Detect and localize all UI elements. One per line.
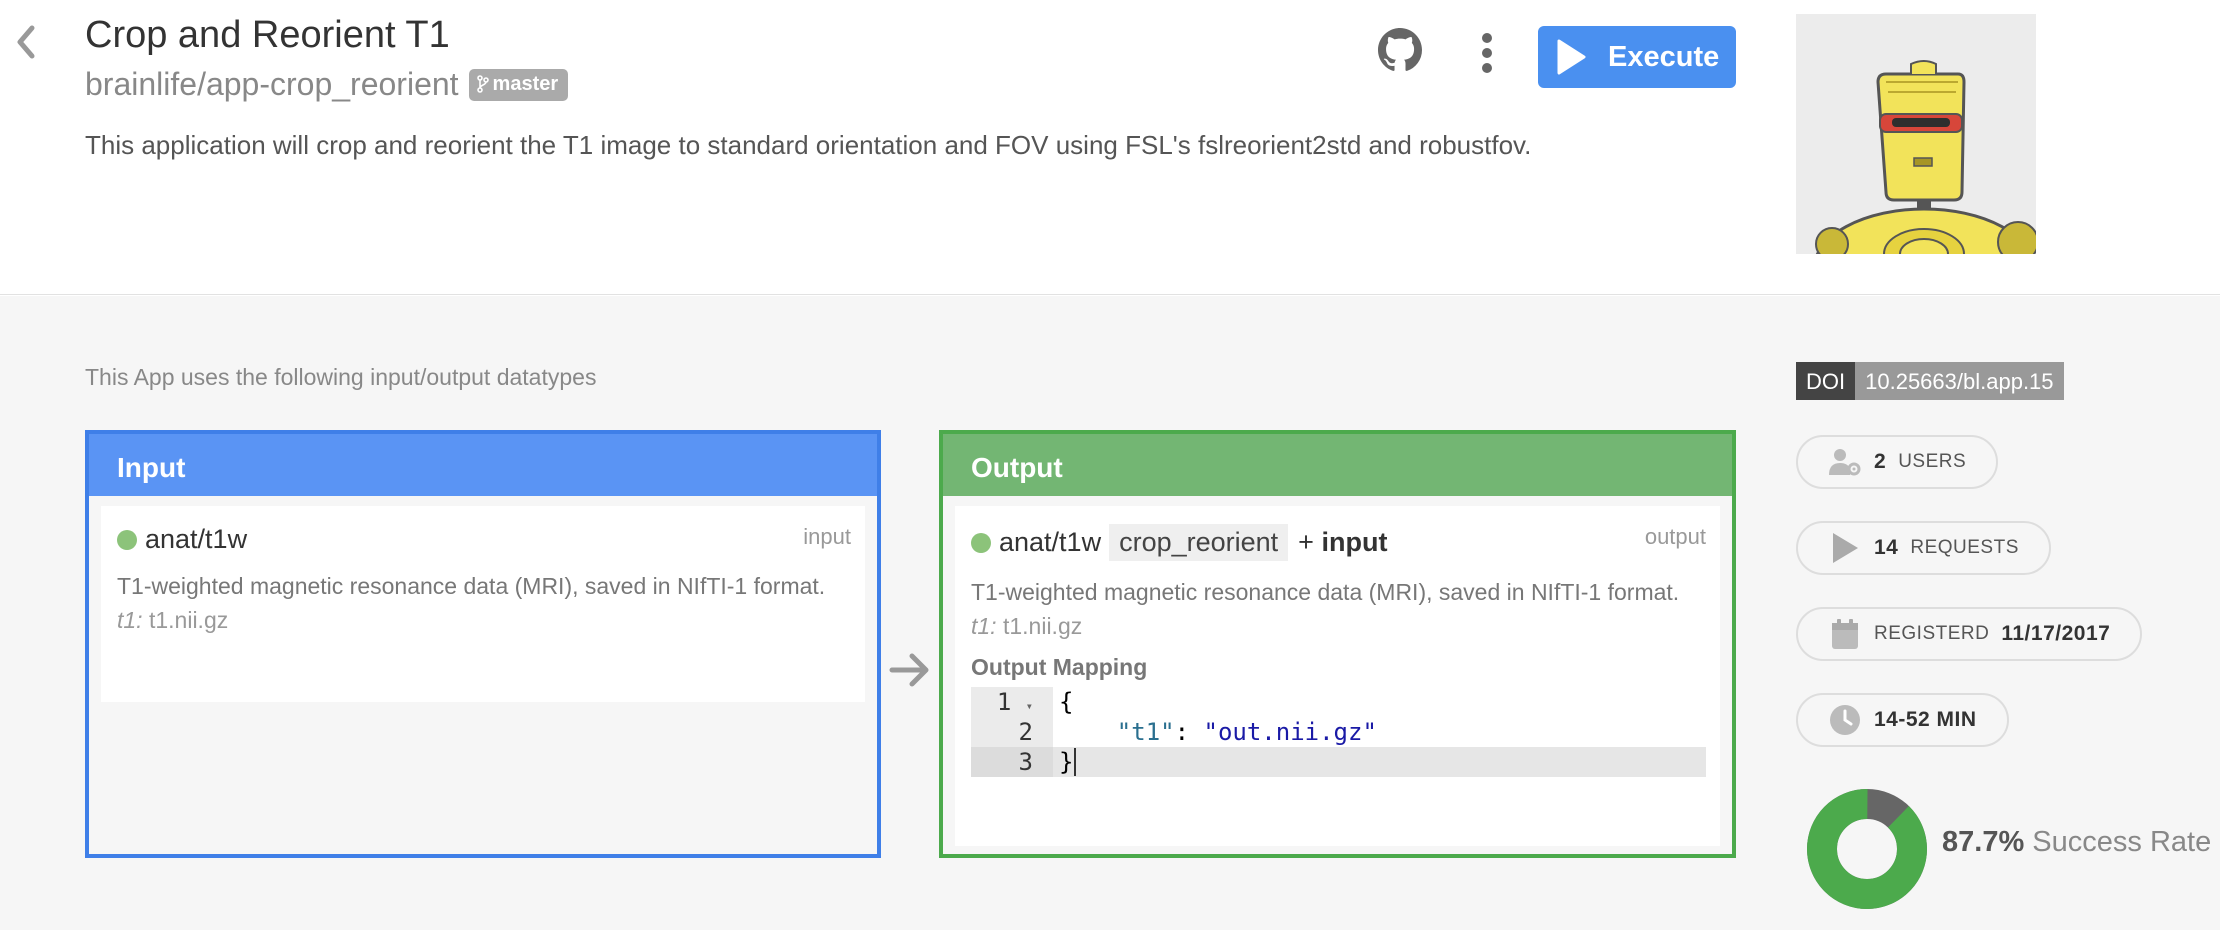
output-mapping-editor[interactable]: 1 ▾ { 2 "t1": "out.nii.gz" 3 } — [971, 687, 1706, 777]
registered-date: 11/17/2017 — [2001, 622, 2111, 645]
output-datatype-description: T1-weighted magnetic resonance data (MRI… — [971, 579, 1680, 605]
github-button[interactable] — [1378, 28, 1422, 72]
requests-stat[interactable]: 14 REQUESTS — [1796, 521, 2051, 575]
code-text: { — [1059, 688, 1074, 716]
output-panel: Output anat/t1w crop_reorient + input ou… — [939, 430, 1736, 858]
execute-label: Execute — [1608, 40, 1720, 73]
output-datatype-tag: crop_reorient — [1109, 524, 1289, 561]
code-line: 1 ▾ { — [971, 687, 1706, 717]
play-icon — [1557, 39, 1586, 75]
input-panel: Input anat/t1w input T1-weighted magneti… — [85, 430, 881, 858]
execute-button[interactable]: Execute — [1538, 26, 1736, 88]
output-file-name: t1.nii.gz — [1002, 613, 1083, 639]
code-line: 3 } — [971, 747, 1706, 777]
line-number: 1 ▾ — [971, 687, 1053, 717]
requests-count: 14 — [1874, 536, 1899, 559]
clock-icon — [1828, 703, 1862, 737]
input-panel-header: Input — [89, 434, 877, 496]
code-text: "t1": "out.nii.gz" — [1116, 718, 1377, 746]
output-role-label: output — [1644, 524, 1706, 549]
output-panel-header: Output — [943, 434, 1732, 496]
line-number: 2 — [971, 717, 1053, 747]
app-detail-body: This App uses the following input/output… — [0, 296, 2220, 930]
output-datatype-card: anat/t1w crop_reorient + input output T1… — [955, 506, 1720, 846]
input-file-name: t1.nii.gz — [148, 607, 229, 633]
play-icon — [1828, 531, 1862, 565]
output-datatype-row: anat/t1w crop_reorient + input — [971, 524, 1704, 561]
more-vertical-icon — [1482, 33, 1492, 73]
branch-name: master — [492, 72, 559, 95]
app-title: Crop and Reorient T1 — [85, 14, 450, 56]
registered-label: REGISTERD — [1874, 623, 1990, 644]
app-avatar — [1796, 14, 2036, 254]
registered-stat: REGISTERD 11/17/2017 — [1796, 607, 2143, 661]
line-number: 3 — [971, 747, 1053, 777]
flow-arrow — [888, 648, 932, 692]
duration-value: 14-52 MIN — [1874, 708, 1977, 731]
status-dot — [117, 529, 137, 550]
repo-line: brainlife/app-crop_reorient master — [85, 66, 569, 103]
branch-badge: master — [468, 68, 569, 101]
code-text: } — [1053, 747, 1706, 777]
calendar-icon — [1828, 617, 1862, 651]
datatypes-intro: This App uses the following input/output… — [85, 364, 597, 390]
code-branch-icon — [476, 75, 489, 93]
input-datatype-description: T1-weighted magnetic resonance data (MRI… — [117, 573, 826, 599]
output-plus-input: + input — [1298, 527, 1388, 557]
input-datatype-name[interactable]: anat/t1w — [145, 524, 247, 555]
input-role-label: input — [803, 524, 851, 549]
doi-value: 10.25663/bl.app.15 — [1855, 362, 2064, 400]
output-mapping-title: Output Mapping — [971, 654, 1148, 680]
success-rate-value: 87.7% — [1942, 826, 2025, 858]
input-datatype-row: anat/t1w — [117, 524, 849, 555]
success-rate-chart — [1807, 789, 1927, 909]
output-file: t1: t1.nii.gz — [971, 613, 1704, 640]
chevron-left-icon — [17, 25, 35, 59]
users-count: 2 — [1874, 450, 1887, 473]
input-datatype-card: anat/t1w input T1-weighted magnetic reso… — [101, 506, 865, 702]
users-label: USERS — [1898, 451, 1967, 472]
requests-label: REQUESTS — [1910, 537, 2019, 558]
app-description: This application will crop and reorient … — [85, 130, 1532, 160]
github-icon — [1378, 28, 1422, 71]
doi-badge[interactable]: DOI 10.25663/bl.app.15 — [1796, 362, 2064, 400]
duration-stat: 14-52 MIN — [1796, 693, 2009, 747]
status-dot — [971, 532, 991, 553]
success-rate-label: Success Rate — [2032, 826, 2212, 858]
code-line: 2 "t1": "out.nii.gz" — [971, 717, 1706, 747]
output-file-key: t1: — [971, 613, 997, 639]
output-datatype-name[interactable]: anat/t1w — [999, 527, 1101, 558]
user-gear-icon — [1828, 445, 1862, 479]
doi-label: DOI — [1796, 362, 1856, 400]
input-file: t1: t1.nii.gz — [117, 607, 849, 634]
more-menu-button[interactable] — [1472, 30, 1502, 76]
app-header: Crop and Reorient T1 brainlife/app-crop_… — [0, 0, 2220, 295]
donut-success-arc — [1807, 789, 1927, 909]
users-stat[interactable]: 2 USERS — [1796, 435, 1999, 489]
input-file-key: t1: — [117, 607, 143, 633]
repo-link[interactable]: brainlife/app-crop_reorient — [85, 66, 459, 103]
success-rate: 87.7% Success Rate — [1942, 826, 2211, 859]
back-button[interactable] — [10, 22, 40, 62]
arrow-right-icon — [889, 653, 929, 687]
